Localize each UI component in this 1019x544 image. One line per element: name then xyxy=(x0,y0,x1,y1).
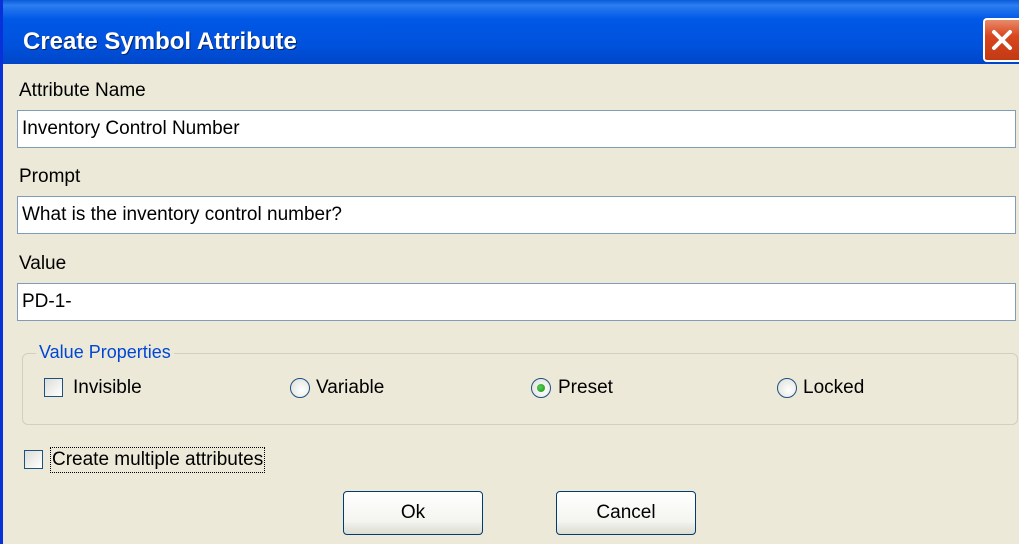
title-bar[interactable]: Create Symbol Attribute xyxy=(3,0,1019,64)
value-input[interactable]: PD-1- xyxy=(17,283,1016,321)
close-icon xyxy=(992,30,1012,50)
prompt-label: Prompt xyxy=(19,166,81,187)
invisible-checkbox[interactable] xyxy=(44,378,63,397)
radio-selected-dot xyxy=(537,384,545,392)
value-label: Value xyxy=(19,253,67,274)
preset-label[interactable]: Preset xyxy=(558,377,613,399)
value-properties-group xyxy=(22,353,1018,425)
locked-label[interactable]: Locked xyxy=(803,377,864,399)
cancel-button[interactable]: Cancel xyxy=(556,491,696,535)
prompt-input[interactable]: What is the inventory control number? xyxy=(17,196,1016,234)
attribute-name-input[interactable]: Inventory Control Number xyxy=(17,110,1016,148)
locked-radio[interactable] xyxy=(777,378,797,398)
attribute-name-label: Attribute Name xyxy=(19,80,146,101)
close-button[interactable] xyxy=(983,18,1019,62)
create-multiple-checkbox[interactable] xyxy=(24,450,43,469)
variable-radio[interactable] xyxy=(290,378,310,398)
variable-label[interactable]: Variable xyxy=(316,377,384,399)
preset-radio[interactable] xyxy=(531,378,551,398)
ok-button[interactable]: Ok xyxy=(343,491,483,535)
value-properties-legend: Value Properties xyxy=(36,342,174,363)
create-multiple-label[interactable]: Create multiple attributes xyxy=(49,447,266,473)
dialog-title: Create Symbol Attribute xyxy=(23,28,297,55)
invisible-label[interactable]: Invisible xyxy=(73,377,142,399)
